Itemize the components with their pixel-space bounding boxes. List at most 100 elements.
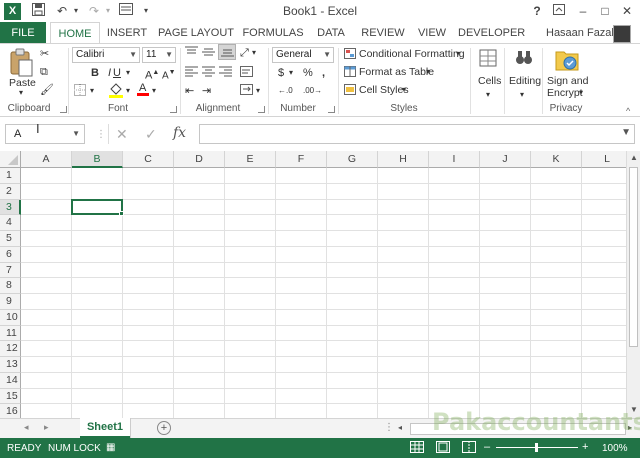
normal-view-icon[interactable] <box>410 441 424 456</box>
formula-input[interactable]: ▼ <box>199 124 635 144</box>
zoom-in-button[interactable]: + <box>582 441 588 453</box>
column-header-c[interactable]: C <box>123 151 174 168</box>
column-header-a[interactable]: A <box>21 151 72 168</box>
scroll-up-icon[interactable]: ▲ <box>630 153 638 162</box>
bold-button[interactable]: B <box>91 66 99 80</box>
row-header-1[interactable]: 1 <box>0 168 21 184</box>
avatar[interactable] <box>613 25 631 43</box>
increase-decimal-icon[interactable]: ←.0 <box>278 84 293 98</box>
underline-button[interactable]: U <box>113 66 121 80</box>
row-header-4[interactable]: 4 <box>0 215 21 231</box>
italic-button[interactable]: I <box>108 66 111 80</box>
column-header-e[interactable]: E <box>225 151 276 168</box>
orientation-icon[interactable]: ⤢ <box>240 46 249 60</box>
column-header-k[interactable]: K <box>531 151 582 168</box>
currency-dropdown-icon[interactable]: ▾ <box>289 66 293 80</box>
maximize-button[interactable]: □ <box>596 3 614 19</box>
font-size-combo[interactable]: 11 ▼ <box>142 47 176 63</box>
sheet-tab-sheet1[interactable]: Sheet1 <box>80 418 130 438</box>
cell-styles-icon[interactable] <box>344 84 356 99</box>
sign-encrypt-line2[interactable]: Encrypt <box>547 87 583 99</box>
row-header-2[interactable]: 2 <box>0 183 21 200</box>
page-break-view-icon[interactable] <box>462 441 476 456</box>
decrease-indent-icon[interactable]: ⇤ <box>185 84 194 98</box>
column-header-l[interactable]: L <box>582 151 626 168</box>
page-layout-view-icon[interactable] <box>436 441 450 456</box>
wrap-text-icon[interactable] <box>240 66 253 81</box>
row-header-5[interactable]: 5 <box>0 231 21 247</box>
row-header-16[interactable]: 16 <box>0 404 21 418</box>
align-left-icon[interactable] <box>185 66 198 81</box>
bottom-align-icon[interactable] <box>218 44 236 60</box>
format-as-table-icon[interactable] <box>344 66 356 81</box>
cancel-entry-button[interactable]: ✕ <box>116 126 128 143</box>
ribbon-display-icon[interactable] <box>550 3 568 19</box>
align-right-icon[interactable] <box>219 66 232 81</box>
macro-record-icon[interactable]: ▦ <box>106 442 115 453</box>
tab-review[interactable]: REVIEW <box>360 22 406 44</box>
cells-icon[interactable] <box>478 48 498 68</box>
row-header-3[interactable]: 3 <box>0 199 21 216</box>
active-cell[interactable] <box>71 198 123 216</box>
tab-view[interactable]: VIEW <box>414 22 450 44</box>
tab-file[interactable]: FILE <box>0 22 46 44</box>
row-header-8[interactable]: 8 <box>0 278 21 294</box>
cut-icon[interactable]: ✂ <box>40 47 49 61</box>
collapse-ribbon-icon[interactable]: ^ <box>626 104 630 118</box>
column-header-b[interactable]: B <box>72 151 123 168</box>
row-header-9[interactable]: 9 <box>0 294 21 310</box>
row-header-13[interactable]: 13 <box>0 357 21 373</box>
chevron-down-icon[interactable]: ▼ <box>72 125 80 143</box>
format-as-table-button[interactable]: Format as Table <box>359 66 434 78</box>
cell-styles-dropdown-icon[interactable]: ▾ <box>402 83 406 97</box>
zoom-slider-thumb[interactable] <box>535 443 538 452</box>
sheet-scroll-right-icon[interactable]: ▸ <box>44 422 49 433</box>
row-header-12[interactable]: 12 <box>0 341 21 357</box>
column-header-j[interactable]: J <box>480 151 531 168</box>
column-header-g[interactable]: G <box>327 151 378 168</box>
row-header-10[interactable]: 10 <box>0 309 21 326</box>
scroll-left-icon[interactable]: ◂ <box>398 423 402 432</box>
font-color-dropdown-icon[interactable]: ▾ <box>152 84 156 98</box>
row-header-7[interactable]: 7 <box>0 262 21 279</box>
merge-center-icon[interactable] <box>240 84 253 99</box>
editing-button[interactable]: Editing <box>509 75 541 87</box>
number-launcher-icon[interactable] <box>328 106 335 113</box>
underline-dropdown-icon[interactable]: ▾ <box>126 66 130 80</box>
select-all-button[interactable] <box>0 151 21 168</box>
tab-split-handle-icon[interactable]: ⋮ <box>384 422 394 433</box>
decrease-decimal-icon[interactable]: .00→ <box>303 84 322 98</box>
binoculars-icon[interactable] <box>514 48 534 68</box>
merge-dropdown-icon[interactable]: ▾ <box>256 84 260 98</box>
font-launcher-icon[interactable] <box>170 106 177 113</box>
row-header-11[interactable]: 11 <box>0 325 21 342</box>
borders-dropdown-icon[interactable]: ▾ <box>90 84 94 98</box>
zoom-out-button[interactable]: – <box>484 441 490 453</box>
help-button[interactable]: ? <box>528 3 546 19</box>
paste-icon[interactable] <box>8 48 36 78</box>
new-sheet-button[interactable]: + <box>157 421 171 435</box>
resize-handle-icon[interactable]: ⋮ <box>96 129 106 140</box>
font-color-icon[interactable]: A <box>136 80 150 100</box>
column-header-i[interactable]: I <box>429 151 480 168</box>
tab-insert[interactable]: INSERT <box>104 22 150 44</box>
shrink-font-button[interactable]: A▼ <box>162 66 176 83</box>
tab-data[interactable]: DATA <box>310 22 352 44</box>
user-name[interactable]: Hasaan Fazal <box>546 27 614 39</box>
fill-color-icon[interactable] <box>108 82 124 102</box>
vertical-scrollbar[interactable]: ▲ ▼ <box>626 151 640 418</box>
top-align-icon[interactable] <box>185 46 198 62</box>
increase-indent-icon[interactable]: ⇥ <box>202 84 211 98</box>
tab-page-layout[interactable]: PAGE LAYOUT <box>158 22 234 44</box>
orientation-dropdown-icon[interactable]: ▾ <box>252 46 256 60</box>
row-header-14[interactable]: 14 <box>0 372 21 389</box>
format-as-table-dropdown-icon[interactable]: ▾ <box>426 65 430 79</box>
format-painter-icon[interactable]: 🖌 <box>40 83 54 97</box>
comma-button[interactable]: , <box>322 66 325 80</box>
currency-button[interactable]: $ <box>278 66 284 80</box>
sign-encrypt-icon[interactable] <box>554 46 580 74</box>
font-name-combo[interactable]: Calibri ▼ <box>72 47 140 63</box>
alignment-launcher-icon[interactable] <box>258 106 265 113</box>
sheet-scroll-left-icon[interactable]: ◂ <box>24 422 29 433</box>
row-header-15[interactable]: 15 <box>0 388 21 405</box>
